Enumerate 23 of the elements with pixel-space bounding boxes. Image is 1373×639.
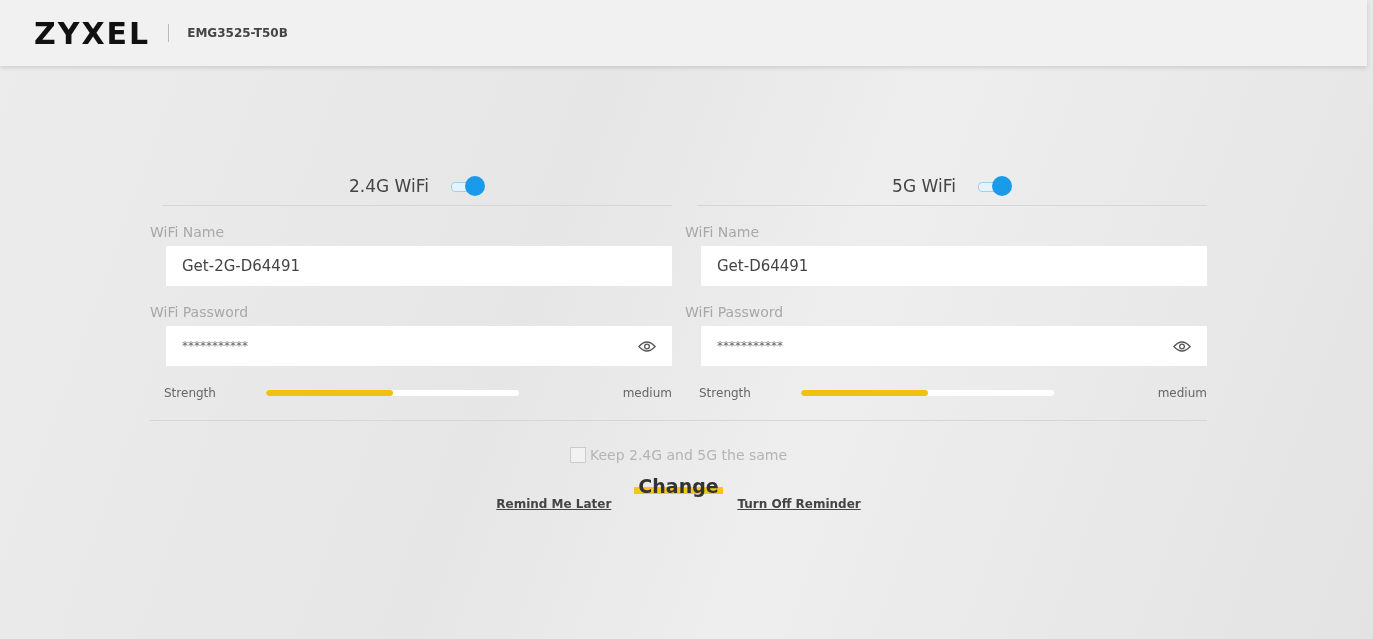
band-title: 5G WiFi — [892, 176, 956, 196]
password-field[interactable]: *********** — [701, 326, 1207, 366]
wifi-name-field[interactable]: Get-D64491 — [701, 246, 1207, 286]
strength-value: medium — [1157, 386, 1207, 400]
brand-logo: ZYXEL — [34, 15, 151, 51]
reminder-link[interactable]: Remind Me Later — [496, 497, 612, 511]
strength-label: Strength — [699, 386, 752, 400]
eye-icon[interactable] — [1173, 339, 1191, 353]
strength-label: Strength — [164, 386, 217, 400]
change-button[interactable]: Change — [634, 475, 723, 497]
password-field[interactable]: *********** — [166, 326, 672, 366]
field-label: WiFi Password — [150, 304, 250, 320]
wifi-toggle[interactable] — [451, 178, 485, 194]
eye-icon[interactable] — [638, 339, 656, 353]
reminder-link[interactable]: Turn Off Reminder — [737, 497, 861, 511]
strength-value: medium — [622, 386, 672, 400]
wifi-name-field[interactable]: Get-2G-D64491 — [166, 246, 672, 286]
band-title: 2.4G WiFi — [348, 176, 429, 196]
field-label: WiFi Password — [685, 304, 785, 320]
field-label: WiFi Name — [685, 224, 761, 240]
model-name: EMG3525-T50B — [187, 26, 288, 40]
field-label: WiFi Name — [150, 224, 226, 240]
wifi-toggle[interactable] — [977, 178, 1012, 194]
